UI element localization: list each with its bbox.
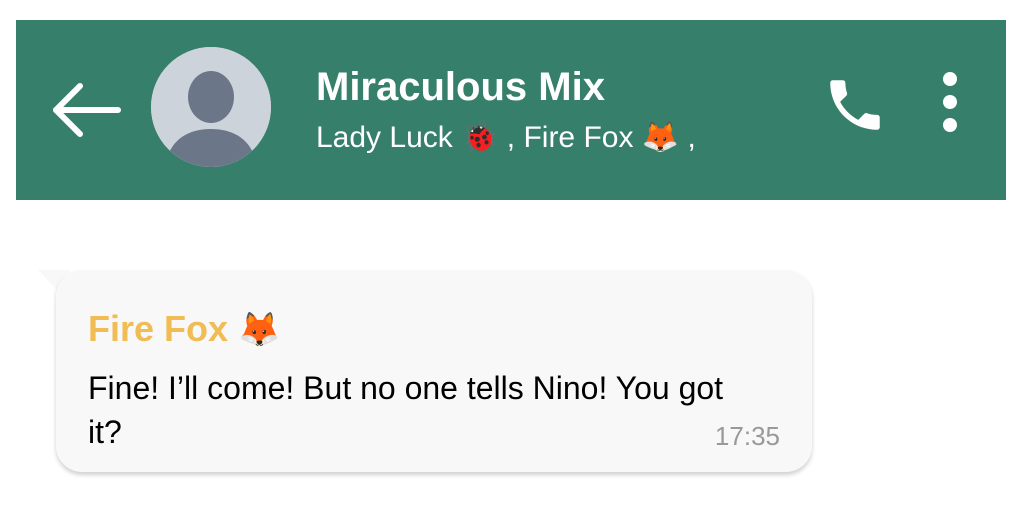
back-button[interactable] [50, 80, 122, 140]
fox-emoji-icon: 🦊 [238, 310, 281, 350]
more-options-button[interactable] [932, 70, 968, 136]
sender-name: Fire Fox [88, 308, 229, 349]
message-text: Fine! I’ll come! But no one tells Nino! … [88, 370, 724, 450]
person-icon [151, 47, 271, 167]
more-vertical-icon [943, 72, 957, 132]
chat-header: Miraculous Mix Lady Luck 🐞 , Fire Fox 🦊 … [16, 20, 1006, 200]
phone-icon [830, 80, 880, 130]
message-bubble[interactable]: Fire Fox 🦊 Fine! I’ll come! But no one t… [56, 270, 812, 472]
call-button[interactable] [822, 72, 888, 138]
message-time: 17:35 [714, 421, 780, 451]
group-avatar[interactable] [151, 47, 271, 167]
member-list: Lady Luck 🐞 , Fire Fox 🦊 , [316, 121, 696, 154]
back-arrow-icon [53, 83, 121, 137]
message-sender: Fire Fox 🦊 [88, 308, 280, 350]
chat-title-block[interactable]: Miraculous Mix Lady Luck 🐞 , Fire Fox 🦊 … [316, 64, 796, 158]
group-name: Miraculous Mix [316, 65, 605, 109]
